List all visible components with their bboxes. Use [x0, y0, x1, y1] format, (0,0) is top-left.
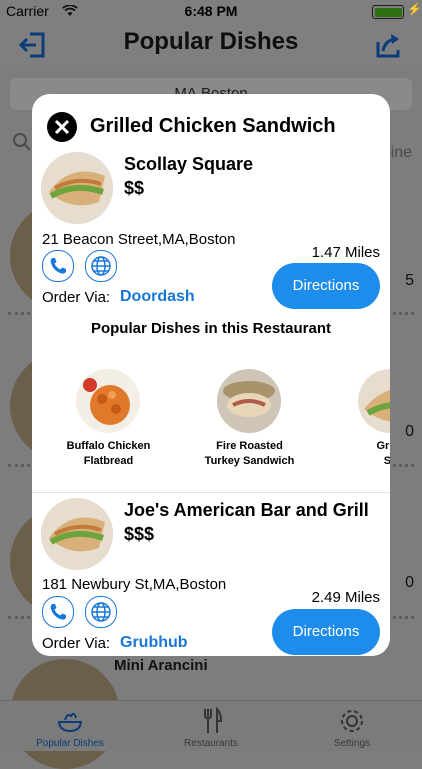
charging-icon: ⚡	[407, 2, 422, 16]
restaurant-name: Scollay Square	[124, 154, 254, 174]
order-service-link[interactable]: Grubhub	[120, 634, 188, 652]
phone-icon	[50, 258, 66, 274]
price-level: $$$	[124, 524, 155, 544]
restaurant-card: Joe's American Bar and Grill $$$ 181 New…	[32, 440, 390, 656]
search-icon	[12, 132, 32, 152]
tab-popular-dishes[interactable]: Popular Dishes	[0, 701, 140, 751]
website-button[interactable]	[85, 250, 117, 282]
cutlery-icon	[197, 706, 225, 735]
item-count: 0	[405, 423, 414, 440]
clock: 6:48 PM	[184, 3, 238, 19]
order-via-label: Order Via:	[42, 289, 111, 306]
share-icon[interactable]	[374, 30, 404, 60]
website-button[interactable]	[85, 596, 117, 628]
page-title: Popular Dishes	[123, 28, 299, 55]
dish-modal: Grilled Chicken Sandwich Scollay Square …	[32, 94, 390, 656]
gear-icon	[338, 707, 366, 735]
bowl-icon	[56, 707, 84, 735]
restaurant-address: 21 Beacon Street,MA,Boston	[42, 231, 236, 248]
globe-icon	[91, 256, 111, 276]
item-count: 0	[405, 574, 414, 591]
tab-label: Popular Dishes	[36, 738, 104, 749]
order-service-link[interactable]: Doordash	[120, 288, 195, 306]
popular-dishes-heading: Popular Dishes in this Restaurant	[90, 320, 332, 337]
directions-button[interactable]: Directions	[272, 263, 380, 309]
restaurant-card: Scollay Square $$ 21 Beacon Street,MA,Bo…	[32, 94, 390, 424]
tab-bar: Popular Dishes Restaurants Settings	[0, 700, 422, 751]
distance: 1.47 Miles	[311, 244, 380, 261]
tab-restaurants[interactable]: Restaurants	[141, 701, 281, 751]
restaurant-address: 181 Newbury St,MA,Boston	[42, 576, 227, 593]
restaurant-photo	[41, 498, 113, 570]
restaurant-photo	[41, 152, 113, 224]
filter-text-partial: ine	[390, 144, 412, 161]
restaurant-name: Joe's American Bar and Grill	[124, 500, 369, 520]
distance: 2.49 Miles	[311, 589, 380, 606]
dish-photo	[76, 369, 140, 433]
dish-name: Mini Arancini	[114, 657, 208, 674]
price-level: $$	[124, 178, 145, 198]
call-button[interactable]	[42, 596, 74, 628]
dish-photo	[217, 369, 281, 433]
battery-icon	[372, 5, 404, 19]
nav-bar: Popular Dishes	[0, 22, 422, 66]
call-button[interactable]	[42, 250, 74, 282]
tab-label: Restaurants	[184, 738, 238, 749]
globe-icon	[91, 602, 111, 622]
order-via-label: Order Via:	[42, 635, 111, 652]
tab-label: Settings	[333, 738, 371, 749]
directions-button[interactable]: Directions	[272, 609, 380, 655]
item-count: 5	[405, 272, 414, 289]
tab-settings[interactable]: Settings	[282, 701, 422, 751]
status-bar: Carrier 6:48 PM ⚡	[0, 0, 422, 22]
phone-icon	[50, 604, 66, 620]
